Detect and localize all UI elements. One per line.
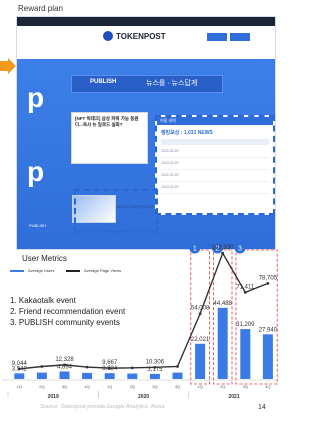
data-label-views: 103,330	[212, 245, 234, 251]
data-label-views: 9,667	[102, 360, 118, 366]
tokenpost-logo-icon	[103, 31, 113, 41]
bar-average-users	[262, 334, 273, 379]
arrow-right-icon	[0, 58, 16, 74]
x-tick-label: 3Q	[62, 384, 67, 389]
bar-average-users	[104, 373, 115, 379]
reward-popup: 이용 내역 랭킹보상 : 1,031 NEWS 2022.02.20 2022.…	[155, 115, 275, 215]
popup-title: 랭킹보상 : 1,031 NEWS	[161, 130, 213, 136]
popup-header-label: 이용 내역	[160, 118, 176, 123]
list-item: 2022.02.20	[161, 161, 269, 170]
point-average-page-views	[243, 290, 247, 294]
year-label: 2020	[138, 394, 149, 400]
x-tick-label: 2Q	[220, 384, 225, 389]
x-tick-label: 2Q	[130, 384, 135, 389]
point-average-page-views	[266, 282, 270, 285]
source-note: Source: Tokenpost provide,Google Analyti…	[40, 404, 165, 410]
logo-header: TOKENPOST	[17, 26, 275, 51]
year-label: 2019	[48, 394, 59, 400]
x-tick-label: 3Q	[243, 384, 248, 389]
data-label-users: 31,209	[236, 322, 255, 328]
thumb-caption: NEWS가 지급되었습니다	[116, 205, 154, 209]
reward-highlight: NEWS가 지급되었습니다	[74, 189, 158, 233]
popup-header: 이용 내역	[157, 117, 273, 125]
publish-p-icon: p	[27, 156, 45, 187]
data-label-users: 3,542	[12, 366, 28, 372]
banner-slogan: 뉴스를 · 뉴스답게	[146, 80, 198, 87]
data-label-views: 78,705	[259, 275, 278, 281]
bar-average-users	[59, 371, 70, 379]
line-average-page-views	[19, 251, 269, 370]
point-average-page-views	[221, 251, 225, 255]
x-tick-label: 4Q	[175, 384, 180, 389]
x-tick-label: 3Q	[152, 384, 157, 389]
popup-table-header	[161, 139, 269, 145]
list-item: 2022.02.20	[161, 185, 269, 194]
x-tick-label: 1Q	[17, 384, 22, 389]
data-label-views: 10,306	[146, 359, 165, 365]
list-item: 2022.02.20	[161, 149, 269, 158]
bar-average-users	[127, 373, 138, 379]
data-label-users: 3,175	[147, 367, 163, 373]
data-label-views: 54,008	[191, 306, 210, 312]
publish-p-icon: p	[27, 82, 45, 113]
article-card[interactable]: [NFT 빅테크] 삼성 파워 가능 동원다...옥사 뉴 일로드 실화?	[71, 112, 148, 164]
data-label-users: 44,488	[214, 301, 233, 307]
data-label-users: 3,634	[102, 366, 118, 372]
point-average-page-views	[130, 366, 134, 370]
data-label-users: 22,021	[191, 337, 210, 343]
x-tick-label: 1Q	[107, 384, 112, 389]
point-average-page-views	[40, 365, 44, 368]
bar-average-users	[240, 329, 251, 379]
data-label-views: 12,328	[55, 357, 74, 363]
bar-average-users	[14, 373, 25, 379]
banner-label: PUBLISH	[90, 79, 117, 85]
signup-button[interactable]	[230, 33, 250, 41]
user-metrics-chart: 1 2 33,542 4,694 3,634 3,17522,02144,48831,20…	[2, 242, 278, 400]
data-label-views: 71,411	[236, 284, 255, 290]
website-screenshot: TOKENPOST PUBLISH 뉴스를 · 뉴스답게 p p [NFT 빅테…	[16, 16, 276, 250]
bar-average-users	[149, 373, 160, 379]
page-number: 14	[258, 404, 266, 411]
x-tick-label: 4Q	[265, 384, 270, 389]
top-nav-bar	[17, 17, 275, 26]
x-tick-label: 4Q	[84, 384, 89, 389]
data-label-views: 9,044	[12, 361, 28, 367]
section-title: Reward plan	[18, 4, 63, 13]
bar-average-users	[36, 372, 47, 379]
data-label-users: 4,694	[57, 364, 73, 370]
bar-average-users	[172, 372, 183, 379]
bar-average-users	[82, 372, 93, 379]
publish-footer-label: PUBLISH	[29, 223, 47, 228]
point-average-page-views	[198, 312, 202, 316]
point-average-page-views	[176, 365, 179, 368]
year-label: 2021	[228, 394, 239, 400]
login-button[interactable]	[207, 33, 227, 41]
publish-banner[interactable]: PUBLISH 뉴스를 · 뉴스답게	[71, 75, 223, 93]
event-marker-label: 3	[238, 246, 242, 253]
site-logo: TOKENPOST	[116, 32, 166, 41]
article-title: [NFT 빅테크] 삼성 파워 가능 동원다...옥사 뉴 일로드 실화?	[75, 116, 139, 127]
x-tick-label: 1Q	[197, 384, 202, 389]
bar-average-users	[217, 307, 228, 379]
bar-average-users	[195, 343, 206, 379]
list-item: 2022.02.20	[161, 173, 269, 182]
point-average-page-views	[85, 365, 89, 369]
event-marker-label: 1	[193, 246, 197, 253]
x-tick-label: 2Q	[39, 384, 44, 389]
data-label-users: 27,940	[259, 327, 278, 333]
